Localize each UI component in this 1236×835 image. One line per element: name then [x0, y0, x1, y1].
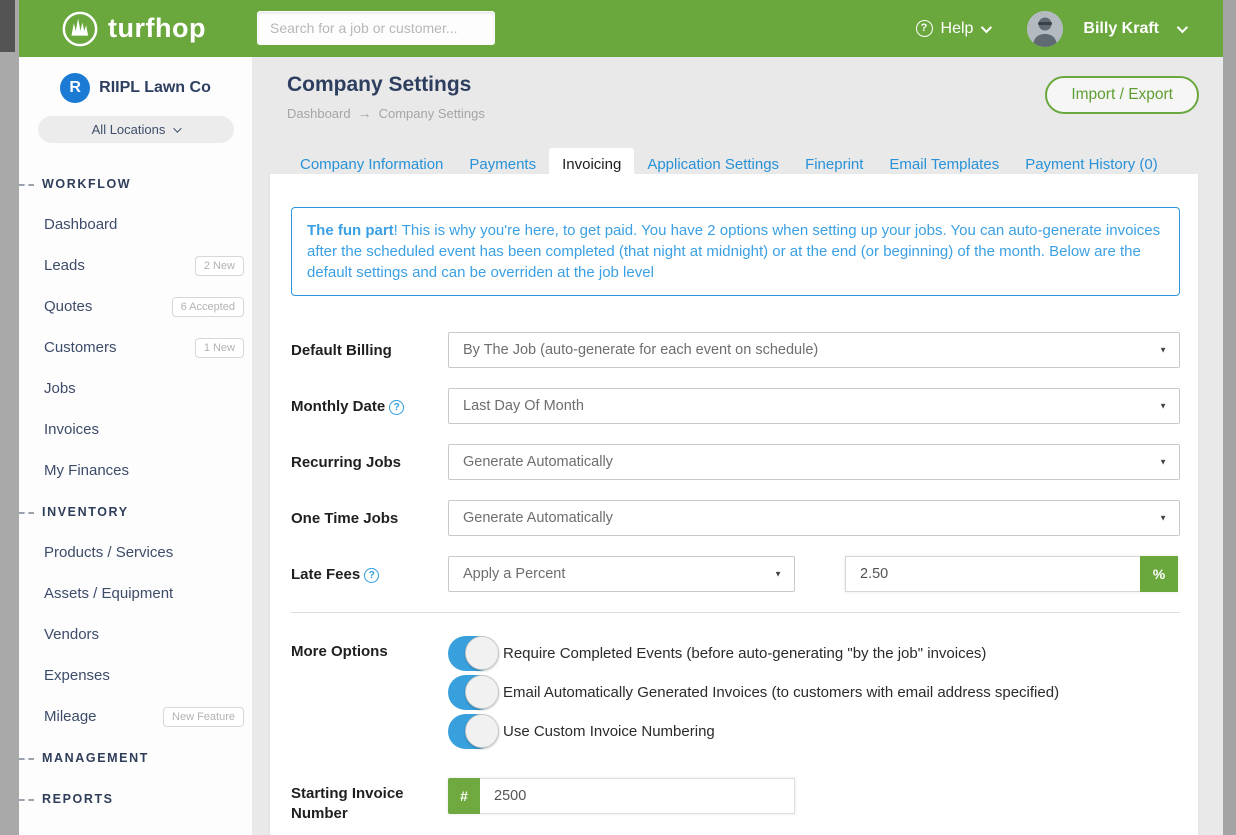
main-content: Company Settings Dashboard → Company Set… — [252, 57, 1223, 835]
sidebar: R RIIPL Lawn Co All Locations WORKFLOW D… — [19, 57, 252, 835]
starting-invoice-label: Starting Invoice Number — [291, 778, 448, 824]
starting-invoice-input[interactable] — [480, 778, 795, 814]
brand-name: turfhop — [108, 13, 206, 44]
location-selector-label: All Locations — [92, 122, 166, 137]
chevron-down-icon — [174, 124, 182, 132]
monthly-date-select[interactable]: Last Day Of Month — [448, 388, 1180, 424]
breadcrumb-company-settings: Company Settings — [379, 106, 485, 121]
sidebar-item-dashboard[interactable]: Dashboard — [19, 204, 252, 245]
recurring-jobs-row: Recurring Jobs Generate Automatically — [291, 444, 1180, 480]
one-time-jobs-select[interactable]: Generate Automatically — [448, 500, 1180, 536]
vertical-scrollbar-track[interactable] — [1223, 0, 1236, 835]
section-dash-icon — [19, 758, 34, 760]
one-time-jobs-label: One Time Jobs — [291, 500, 448, 536]
email-generated-invoices-toggle[interactable] — [448, 675, 496, 710]
sidebar-section-management[interactable]: MANAGEMENT — [19, 737, 252, 778]
new-feature-badge: New Feature — [163, 707, 244, 727]
page-title: Company Settings — [287, 73, 471, 97]
more-options-label: More Options — [291, 635, 448, 752]
leads-count-badge: 2 New — [195, 256, 244, 276]
starting-invoice-group: # — [448, 778, 795, 814]
company-logo: R — [60, 73, 90, 103]
sidebar-item-assets-equipment[interactable]: Assets / Equipment — [19, 573, 252, 614]
require-completed-events-label: Require Completed Events (before auto-ge… — [503, 645, 986, 662]
info-banner-lead: The fun part — [307, 222, 394, 239]
breadcrumb-dashboard[interactable]: Dashboard — [287, 106, 351, 121]
turfhop-grass-icon — [61, 10, 99, 48]
chevron-down-icon[interactable] — [1177, 21, 1188, 32]
sidebar-item-jobs[interactable]: Jobs — [19, 368, 252, 409]
late-fees-type-select[interactable]: Apply a Percent — [448, 556, 795, 592]
company-name: RIIPL Lawn Co — [99, 79, 211, 97]
breadcrumb-arrow-icon: → — [358, 105, 372, 121]
toggle-knob — [465, 675, 499, 709]
one-time-jobs-row: One Time Jobs Generate Automatically — [291, 500, 1180, 536]
default-billing-label: Default Billing — [291, 332, 448, 368]
window-corner — [0, 0, 15, 52]
section-dash-icon — [19, 512, 34, 514]
help-question-icon: ? — [916, 20, 933, 37]
section-divider — [291, 612, 1180, 613]
number-sign-addon: # — [448, 778, 480, 814]
monthly-date-row: Monthly Date? Last Day Of Month — [291, 388, 1180, 424]
info-banner: The fun part! This is why you're here, t… — [291, 207, 1180, 296]
sidebar-section-reports[interactable]: REPORTS — [19, 778, 252, 819]
sidebar-item-leads[interactable]: Leads 2 New — [19, 245, 252, 286]
user-name: Billy Kraft — [1083, 20, 1159, 38]
sidebar-item-quotes[interactable]: Quotes 6 Accepted — [19, 286, 252, 327]
late-fees-row: Late Fees? Apply a Percent % — [291, 556, 1180, 592]
sidebar-item-customers[interactable]: Customers 1 New — [19, 327, 252, 368]
sidebar-section-workflow: WORKFLOW — [19, 163, 252, 204]
sidebar-item-invoices[interactable]: Invoices — [19, 409, 252, 450]
percent-addon: % — [1140, 556, 1178, 592]
location-selector[interactable]: All Locations — [38, 116, 234, 143]
more-options-row: More Options Require Completed Events (b… — [291, 635, 1180, 752]
sidebar-item-my-finances[interactable]: My Finances — [19, 450, 252, 491]
sidebar-menu: WORKFLOW Dashboard Leads 2 New Quotes 6 … — [19, 163, 252, 819]
company-switcher[interactable]: R RIIPL Lawn Co — [19, 73, 252, 103]
sidebar-item-expenses[interactable]: Expenses — [19, 655, 252, 696]
require-completed-events-toggle[interactable] — [448, 636, 496, 671]
recurring-jobs-select[interactable]: Generate Automatically — [448, 444, 1180, 480]
late-fees-help-icon[interactable]: ? — [364, 568, 379, 583]
help-menu[interactable]: ? Help — [916, 20, 990, 38]
section-dash-icon — [19, 799, 34, 801]
sidebar-item-mileage[interactable]: Mileage New Feature — [19, 696, 252, 737]
sidebar-item-vendors[interactable]: Vendors — [19, 614, 252, 655]
chevron-down-icon — [981, 21, 992, 32]
default-billing-select[interactable]: By The Job (auto-generate for each event… — [448, 332, 1180, 368]
info-banner-body: ! This is why you're here, to get paid. … — [307, 222, 1160, 281]
top-navigation-bar: turfhop ? Help Billy Kraft — [19, 0, 1223, 57]
email-generated-invoices-label: Email Automatically Generated Invoices (… — [503, 684, 1059, 701]
breadcrumb: Dashboard → Company Settings — [287, 105, 485, 121]
custom-invoice-numbering-label: Use Custom Invoice Numbering — [503, 723, 715, 740]
global-search-input[interactable] — [257, 11, 495, 45]
toggle-knob — [465, 636, 499, 670]
sidebar-section-inventory: INVENTORY — [19, 491, 252, 532]
invoicing-settings-panel: The fun part! This is why you're here, t… — [270, 174, 1198, 835]
customers-count-badge: 1 New — [195, 338, 244, 358]
monthly-date-label: Monthly Date? — [291, 388, 448, 424]
starting-invoice-row: Starting Invoice Number # — [291, 778, 1180, 824]
default-billing-row: Default Billing By The Job (auto-generat… — [291, 332, 1180, 368]
toggle-knob — [465, 714, 499, 748]
brand-logo[interactable]: turfhop — [61, 10, 206, 48]
late-fees-label: Late Fees? — [291, 556, 448, 592]
app-frame: turfhop ? Help Billy Kraft — [19, 0, 1223, 835]
section-dash-icon — [19, 184, 34, 186]
custom-invoice-numbering-toggle[interactable] — [448, 714, 496, 749]
help-label: Help — [941, 20, 974, 38]
monthly-date-help-icon[interactable]: ? — [389, 400, 404, 415]
user-avatar[interactable] — [1027, 11, 1063, 47]
recurring-jobs-label: Recurring Jobs — [291, 444, 448, 480]
late-fee-amount-input[interactable] — [845, 556, 1140, 592]
import-export-button[interactable]: Import / Export — [1045, 76, 1199, 114]
sidebar-item-products-services[interactable]: Products / Services — [19, 532, 252, 573]
quotes-count-badge: 6 Accepted — [172, 297, 244, 317]
late-fee-amount-group: % — [845, 556, 1178, 592]
